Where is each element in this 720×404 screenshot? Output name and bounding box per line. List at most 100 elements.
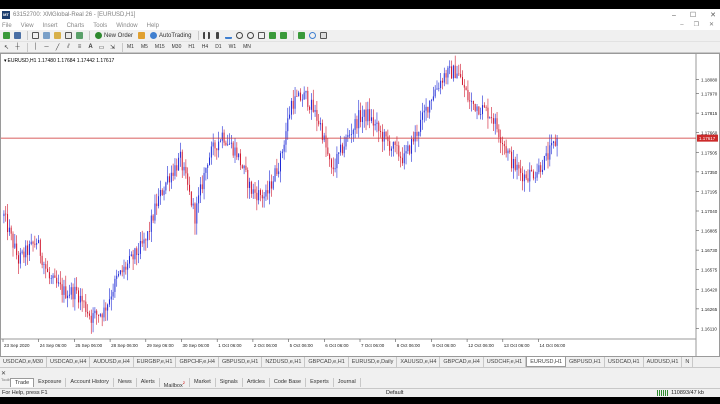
chart-tab[interactable]: GBPCAD,e,H1 bbox=[305, 357, 349, 367]
chart-tab[interactable]: EURUSD,e,Daily bbox=[349, 357, 398, 367]
timeframe-m15[interactable]: M15 bbox=[154, 43, 166, 51]
chart-tab[interactable]: USDCAD,e,H4 bbox=[47, 357, 91, 367]
chart-tab[interactable]: GBPCHF,e,H4 bbox=[176, 357, 219, 367]
chart-tab[interactable]: GBPUSD,H1 bbox=[566, 357, 605, 367]
connection-bars-icon bbox=[657, 390, 670, 396]
metaeditor-button[interactable] bbox=[137, 31, 146, 40]
candle-body bbox=[269, 181, 271, 194]
candlestick-chart[interactable]: 1.180801.179701.178151.176601.175051.173… bbox=[1, 54, 719, 356]
connection-status[interactable]: 110893/47 kb bbox=[657, 390, 704, 396]
text-tool-button[interactable]: A bbox=[86, 43, 95, 52]
menu-file[interactable]: File bbox=[2, 23, 12, 29]
tile-windows-button[interactable] bbox=[257, 31, 266, 40]
timeframe-m1[interactable]: M1 bbox=[126, 43, 135, 51]
new-order-button[interactable]: New Order bbox=[93, 31, 135, 40]
candle-body bbox=[511, 151, 513, 169]
line-chart-button[interactable] bbox=[224, 31, 233, 40]
toolbox-tab-account-history[interactable]: Account History bbox=[66, 378, 114, 387]
menu-charts[interactable]: Charts bbox=[67, 23, 85, 29]
timeframe-h4[interactable]: H4 bbox=[201, 43, 209, 51]
candle-body bbox=[407, 145, 409, 152]
chart-tab[interactable]: EURGBP,e,H1 bbox=[134, 357, 177, 367]
periods-button[interactable] bbox=[308, 31, 317, 40]
doc-minimize-button[interactable]: – bbox=[680, 21, 683, 30]
chart-tab[interactable]: USDCAD,H1 bbox=[605, 357, 644, 367]
vertical-line-button[interactable]: │ bbox=[31, 43, 40, 52]
chart-tab[interactable]: EURUSD,H1 bbox=[526, 357, 567, 367]
toolbox-tab-signals[interactable]: Signals bbox=[216, 378, 243, 387]
chart-tab[interactable]: GBPUSD,e,H1 bbox=[219, 357, 263, 367]
menu-help[interactable]: Help bbox=[147, 23, 159, 29]
toolbox-tab-market[interactable]: Market bbox=[190, 378, 216, 387]
close-button[interactable]: ✕ bbox=[710, 11, 716, 19]
autoscroll-button[interactable] bbox=[268, 31, 277, 40]
candle-body bbox=[309, 106, 311, 110]
candle-body bbox=[3, 213, 5, 217]
candle-body bbox=[163, 190, 165, 195]
navigator-button[interactable] bbox=[53, 31, 62, 40]
chart-tab[interactable]: AUDUSD,e,H4 bbox=[90, 357, 134, 367]
menu-insert[interactable]: Insert bbox=[43, 23, 58, 29]
toolbox-tab-articles[interactable]: Articles bbox=[243, 378, 270, 387]
chart-tab[interactable]: USDCAD,e,M30 bbox=[0, 357, 48, 367]
candle-body bbox=[139, 240, 141, 254]
strategy-tester-button[interactable] bbox=[75, 31, 84, 40]
toolbox-tab-experts[interactable]: Experts bbox=[306, 378, 334, 387]
bar-chart-button[interactable] bbox=[202, 31, 211, 40]
timeframe-h1[interactable]: H1 bbox=[187, 43, 195, 51]
candle-body bbox=[254, 189, 256, 193]
timeframe-m5[interactable]: M5 bbox=[140, 43, 149, 51]
chart-tab[interactable]: GBPCAD,e,H4 bbox=[440, 357, 484, 367]
candle-body bbox=[7, 214, 9, 233]
equidistant-channel-button[interactable]: ⫽ bbox=[64, 43, 73, 52]
text-label-button[interactable]: ▭ bbox=[97, 43, 106, 52]
horizontal-line-button[interactable]: ─ bbox=[42, 43, 51, 52]
toolbox-tab-mailbox[interactable]: Mailbox2 bbox=[160, 378, 190, 389]
zoom-in-button[interactable] bbox=[235, 31, 244, 40]
terminal-button[interactable] bbox=[64, 31, 73, 40]
menu-window[interactable]: Window bbox=[116, 23, 137, 29]
new-chart-button[interactable] bbox=[2, 31, 11, 40]
chart-tab[interactable]: AUDUSD,H1 bbox=[644, 357, 683, 367]
time-axis-label: 2 Oct 06:00 bbox=[254, 343, 278, 348]
toolbox-tab-exposure[interactable]: Exposure bbox=[34, 378, 67, 387]
toolbox-tab-alerts[interactable]: Alerts bbox=[137, 378, 160, 387]
chart-shift-button[interactable] bbox=[279, 31, 288, 40]
maximize-button[interactable]: ☐ bbox=[690, 11, 696, 19]
candle-body bbox=[256, 192, 258, 201]
toolbox-tab-code-base[interactable]: Code Base bbox=[270, 378, 307, 387]
chart-tab[interactable]: USDCHF,e,H1 bbox=[484, 357, 527, 367]
chart-tab[interactable]: XAUUSD,e,H4 bbox=[397, 357, 441, 367]
crosshair-button[interactable]: ┼ bbox=[13, 43, 22, 52]
timeframe-w1[interactable]: W1 bbox=[228, 43, 238, 51]
arrows-button[interactable]: ⇲ bbox=[108, 43, 117, 52]
data-window-button[interactable] bbox=[42, 31, 51, 40]
toolbox-tab-journal[interactable]: Journal bbox=[334, 378, 361, 387]
menu-tools[interactable]: Tools bbox=[93, 23, 107, 29]
doc-close-button[interactable]: ✕ bbox=[709, 21, 714, 30]
candlestick-chart-button[interactable] bbox=[213, 31, 222, 40]
doc-restore-button[interactable]: ❐ bbox=[694, 21, 699, 30]
chart-window[interactable]: 1.18080 1.17970 1.17815 1.17660 1.17505 1.173… bbox=[0, 53, 720, 357]
toolbox-tab-trade[interactable]: Trade bbox=[10, 378, 35, 387]
profiles-button[interactable] bbox=[13, 31, 22, 40]
templates-button[interactable] bbox=[319, 31, 328, 40]
toolbox-close-button[interactable]: ✕ bbox=[1, 370, 6, 377]
timeframe-d1[interactable]: D1 bbox=[214, 43, 222, 51]
fibonacci-button[interactable]: ≡ bbox=[75, 43, 84, 52]
market-watch-button[interactable] bbox=[31, 31, 40, 40]
timeframe-mn[interactable]: MN bbox=[242, 43, 252, 51]
zoom-out-button[interactable] bbox=[246, 31, 255, 40]
timeframe-m30[interactable]: M30 bbox=[171, 43, 183, 51]
cursor-button[interactable]: ↖ bbox=[2, 43, 11, 52]
trendline-button[interactable]: ╱ bbox=[53, 43, 62, 52]
autotrading-button[interactable]: AutoTrading bbox=[148, 31, 193, 40]
toolbox-tab-news[interactable]: News bbox=[114, 378, 137, 387]
chart-tab[interactable]: NZDUSD,e,H1 bbox=[262, 357, 306, 367]
menu-view[interactable]: View bbox=[21, 23, 34, 29]
candle-body bbox=[361, 116, 363, 123]
indicators-button[interactable] bbox=[297, 31, 306, 40]
crosshair-icon: ┼ bbox=[15, 44, 20, 50]
minimize-button[interactable]: – bbox=[672, 12, 676, 19]
chart-tab[interactable]: N bbox=[682, 357, 694, 367]
